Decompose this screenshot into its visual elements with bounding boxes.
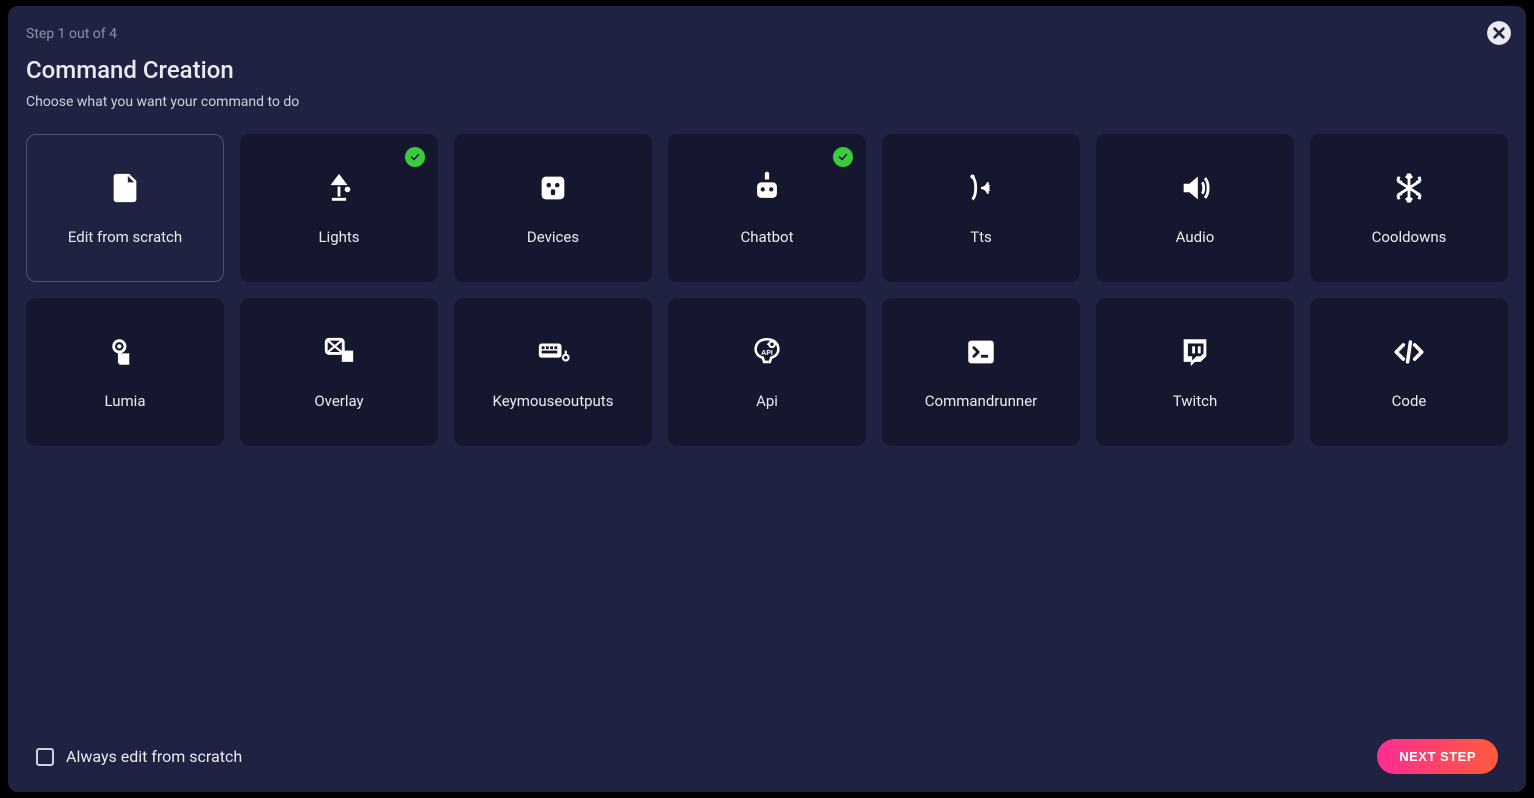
option-card-robot[interactable]: Chatbot bbox=[668, 134, 866, 282]
option-card-overlay[interactable]: Overlay bbox=[240, 298, 438, 446]
option-label: Overlay bbox=[314, 392, 363, 410]
check-icon bbox=[837, 151, 849, 163]
option-card-snowflake[interactable]: Cooldowns bbox=[1310, 134, 1508, 282]
lumia-icon bbox=[107, 334, 143, 370]
option-card-voice[interactable]: Tts bbox=[882, 134, 1080, 282]
option-label: Devices bbox=[527, 228, 579, 246]
overlay-icon bbox=[321, 334, 357, 370]
checkbox-label: Always edit from scratch bbox=[66, 747, 242, 766]
option-card-api[interactable]: Api bbox=[668, 298, 866, 446]
lamp-icon bbox=[321, 170, 357, 206]
terminal-icon bbox=[963, 334, 999, 370]
next-step-button[interactable]: NEXT STEP bbox=[1377, 739, 1498, 774]
option-card-code[interactable]: Code bbox=[1310, 298, 1508, 446]
code-icon bbox=[1391, 334, 1427, 370]
option-label: Commandrunner bbox=[925, 392, 1038, 410]
option-label: Tts bbox=[970, 228, 992, 246]
option-card-plug[interactable]: Devices bbox=[454, 134, 652, 282]
modal-footer: Always edit from scratch NEXT STEP bbox=[26, 733, 1508, 774]
command-creation-modal: Step 1 out of 4 Command Creation Choose … bbox=[8, 6, 1526, 792]
file-icon bbox=[107, 170, 143, 206]
modal-title: Command Creation bbox=[26, 56, 1508, 84]
robot-icon bbox=[749, 170, 785, 206]
option-label: Audio bbox=[1176, 228, 1215, 246]
option-label: Api bbox=[756, 392, 778, 410]
check-icon bbox=[409, 151, 421, 163]
option-label: Cooldowns bbox=[1372, 228, 1447, 246]
check-badge bbox=[833, 147, 853, 167]
option-card-file[interactable]: Edit from scratch bbox=[26, 134, 224, 282]
option-card-terminal[interactable]: Commandrunner bbox=[882, 298, 1080, 446]
option-label: Twitch bbox=[1173, 392, 1217, 410]
checkbox-box bbox=[36, 748, 54, 766]
close-button[interactable] bbox=[1486, 20, 1512, 46]
plug-icon bbox=[535, 170, 571, 206]
option-card-lamp[interactable]: Lights bbox=[240, 134, 438, 282]
check-badge bbox=[405, 147, 425, 167]
twitch-icon bbox=[1177, 334, 1213, 370]
step-indicator: Step 1 out of 4 bbox=[26, 26, 1508, 42]
always-edit-checkbox[interactable]: Always edit from scratch bbox=[36, 747, 242, 766]
option-label: Chatbot bbox=[741, 228, 794, 246]
option-label: Lumia bbox=[105, 392, 146, 410]
keyboard-icon bbox=[535, 334, 571, 370]
api-icon bbox=[749, 334, 785, 370]
option-label: Keymouseoutputs bbox=[493, 392, 614, 410]
modal-subtitle: Choose what you want your command to do bbox=[26, 94, 1508, 110]
speaker-icon bbox=[1177, 170, 1213, 206]
option-label: Edit from scratch bbox=[68, 228, 182, 246]
option-card-twitch[interactable]: Twitch bbox=[1096, 298, 1294, 446]
option-label: Lights bbox=[318, 228, 359, 246]
voice-icon bbox=[963, 170, 999, 206]
option-card-keyboard[interactable]: Keymouseoutputs bbox=[454, 298, 652, 446]
option-card-lumia[interactable]: Lumia bbox=[26, 298, 224, 446]
option-card-speaker[interactable]: Audio bbox=[1096, 134, 1294, 282]
option-grid: Edit from scratch Lights Devices Chatbot Tts… bbox=[26, 134, 1508, 446]
option-label: Code bbox=[1392, 392, 1427, 410]
snowflake-icon bbox=[1391, 170, 1427, 206]
close-icon bbox=[1486, 20, 1512, 46]
